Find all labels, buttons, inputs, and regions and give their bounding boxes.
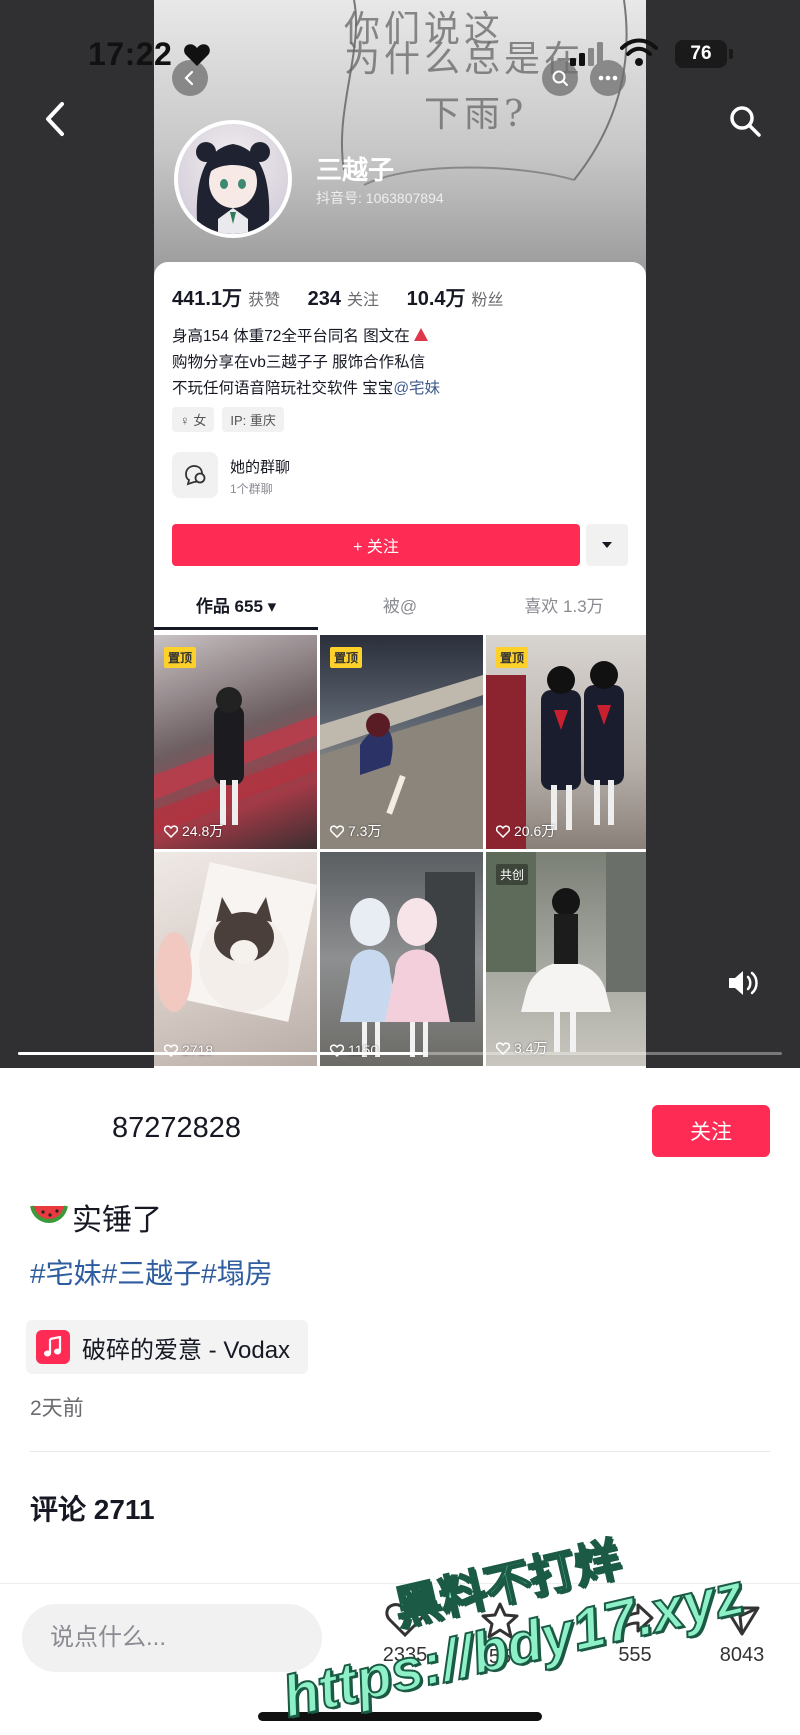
search-icon (730, 106, 761, 137)
watermelon-icon (30, 1205, 68, 1223)
co-create-badge: 共创 (496, 864, 529, 885)
tab-liked: 喜欢 1.3万 (524, 597, 604, 616)
stat-following-label: 关注 (347, 292, 380, 309)
stat-followers-value: 10.4万 (406, 288, 466, 310)
post-likes-count: 20.6万 (514, 823, 556, 839)
group-chat-subtitle: 1个群聊 (230, 482, 273, 496)
back-arrow-icon (46, 102, 64, 136)
bio-line-3: 不玩任何语音陪玩社交软件 宝宝 (172, 380, 394, 397)
post-likes-count: 3.4万 (514, 1040, 548, 1056)
music-note-icon (36, 1330, 70, 1364)
heart-outline-icon (330, 824, 344, 838)
heart-outline-icon (496, 824, 510, 838)
profile-bio: 身高154 体重72全平台同名 图文在 购物分享在vb三越子子 服饰合作私信 不… (172, 324, 632, 402)
divider (30, 1451, 770, 1452)
battery-indicator: 76 (675, 40, 727, 68)
post-image-cat (156, 862, 317, 1022)
bio-line-1: 身高154 体重72全平台同名 图文在 (172, 328, 410, 345)
group-chat-title: 她的群聊 (230, 459, 291, 476)
video-caption: 实锤了 (30, 1195, 162, 1239)
forward-count: 8043 (719, 1644, 765, 1666)
post-likes-count: 24.8万 (182, 823, 224, 839)
status-bar: 17:22 76 (0, 0, 800, 110)
follow-button[interactable]: 关注 (652, 1105, 770, 1157)
pinned-badge: 置顶 (330, 647, 363, 668)
profile-name: 三越子 (316, 155, 395, 185)
group-chat-entry: 她的群聊 1个群聊 (172, 452, 472, 502)
video-progress-fill (18, 1052, 423, 1055)
video-progress-bar[interactable] (18, 1052, 782, 1055)
tab-works: 作品 655 ▾ (154, 584, 318, 630)
post-thumbnail: 2718 (154, 852, 317, 1066)
caption-text: 实锤了 (72, 1204, 162, 1237)
post-likes-count: 1150 (348, 1042, 379, 1058)
pinned-badge: 置顶 (496, 647, 529, 668)
back-button[interactable] (30, 94, 80, 144)
post-thumbnail: 置顶 20.6万 (486, 635, 646, 849)
avatar-illustration (196, 142, 270, 234)
signal-icon (570, 42, 603, 66)
bio-mention: @宅妹 (393, 380, 441, 397)
volume-button[interactable] (716, 955, 772, 1011)
video-player[interactable]: 你们说这 为什么总是在 下雨? 三越子 抖音号: 1063807894 441.… (0, 0, 800, 1068)
heart-outline-icon (164, 824, 178, 838)
comments-title: 评论 2711 (30, 1494, 155, 1525)
post-likes: 2718 (164, 1042, 213, 1058)
post-thumbnail: 1150 (320, 852, 483, 1066)
post-likes-count: 7.3万 (348, 823, 382, 839)
bio-line-2: 购物分享在vb三越子子 服饰合作私信 (172, 354, 426, 371)
search-button[interactable] (718, 94, 772, 148)
group-chat-icon (172, 452, 218, 498)
stat-followers-label: 粉丝 (471, 292, 504, 309)
post-time: 2天前 (30, 1397, 84, 1420)
heart-icon (184, 44, 210, 66)
pinned-badge: 置顶 (164, 647, 197, 668)
post-likes-count: 2718 (182, 1042, 214, 1058)
stat-likes-value: 441.1万 (172, 288, 243, 310)
post-likes: 20.6万 (496, 821, 555, 841)
hashtags[interactable]: #宅妹#三越子#塌房 (30, 1252, 273, 1292)
tab-mentions: 被@ (382, 597, 418, 616)
status-time: 17:22 (88, 36, 173, 72)
profile-card: 441.1万 获赞 234 关注 10.4万 粉丝 身高154 体重72全平台同名 图… (154, 262, 646, 1068)
profile-follow-button: + 关注 (172, 524, 580, 566)
post-likes: 1150 (330, 1042, 378, 1058)
wifi-icon (620, 38, 658, 66)
profile-id: 抖音号: 1063807894 (316, 190, 444, 206)
music-title: 破碎的爱意 - Vodax (82, 1336, 291, 1364)
battery-cap (729, 49, 733, 59)
post-thumbnail: 置顶 24.8万 (154, 635, 317, 849)
red-book-icon (413, 328, 428, 341)
ip-tag: IP: 重庆 (222, 407, 284, 432)
post-thumbnail: 共创 3.4万 (486, 852, 646, 1066)
embedded-profile-screenshot: 你们说这 为什么总是在 下雨? 三越子 抖音号: 1063807894 441.… (154, 0, 646, 1068)
volume-icon (729, 971, 758, 995)
comment-input[interactable] (22, 1604, 322, 1672)
gender-tag: ♀ 女 (172, 407, 215, 432)
posts-grid: 置顶 24.8万 置顶 7.3万 置顶 20.6万 2718 1150 共创 3… (154, 635, 646, 1068)
chevron-down-icon (586, 524, 628, 566)
profile-tags: ♀ 女 IP: 重庆 (172, 407, 284, 432)
music-chip[interactable]: 破碎的爱意 - Vodax (26, 1320, 309, 1374)
post-thumbnail: 置顶 7.3万 (320, 635, 483, 849)
post-likes: 24.8万 (164, 821, 223, 841)
profile-stats: 441.1万 获赞 234 关注 10.4万 粉丝 (172, 282, 526, 311)
stat-following-value: 234 (307, 288, 342, 310)
stat-likes-label: 获赞 (248, 292, 281, 309)
post-likes: 3.4万 (496, 1038, 547, 1058)
author-name[interactable]: 87272828 (112, 1112, 241, 1145)
profile-tabs: 作品 655 ▾ 被@ 喜欢 1.3万 (154, 584, 646, 630)
avatar (174, 120, 292, 238)
post-image-lolita (340, 872, 475, 1057)
post-likes: 7.3万 (330, 821, 381, 841)
